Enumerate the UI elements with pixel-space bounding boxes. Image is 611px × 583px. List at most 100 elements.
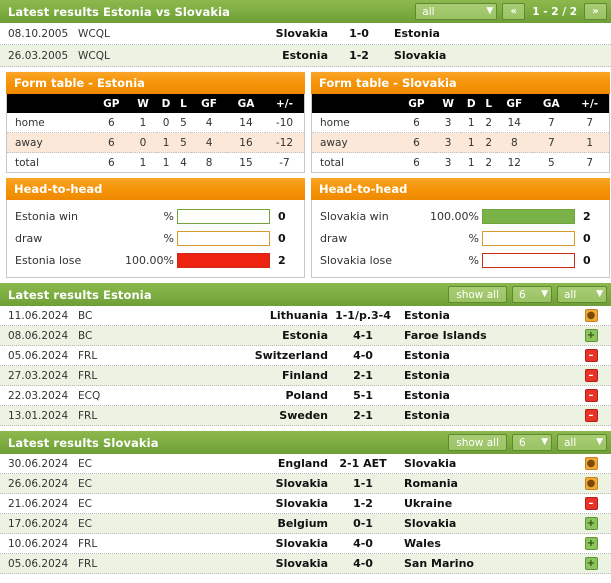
match-away-team: Slovakia — [404, 517, 457, 530]
head-to-head-row: Head-to-head Estonia win % 0 draw % 0 Es… — [0, 173, 611, 278]
h2h-estonia-header: Head-to-head — [6, 178, 305, 200]
table-row[interactable]: 26.03.2005 WCQL Estonia 1-2 Slovakia — [0, 45, 611, 67]
match-home-team: Sweden — [279, 409, 328, 422]
pager-next-button[interactable]: » — [584, 3, 607, 20]
show-all-button-slovakia[interactable]: show all — [448, 434, 507, 451]
col-head-label — [312, 94, 398, 113]
match-home-team: Slovakia — [275, 27, 328, 40]
h2h-bar-track — [177, 252, 270, 268]
match-score: 5-1 — [353, 389, 373, 402]
count-select-slovakia[interactable]: 6 ▼ — [512, 434, 552, 451]
filter-select-slovakia[interactable]: all ▼ — [557, 434, 607, 451]
cell-l: 2 — [481, 132, 497, 153]
match-date: 26.06.2024 — [8, 477, 69, 490]
h2h-label: draw — [320, 231, 348, 245]
pager-prev-button[interactable]: « — [502, 3, 526, 20]
cell-gf: 14 — [496, 113, 533, 133]
table-row[interactable]: 05.06.2024 FRL Slovakia 4-0 San Marino + — [0, 554, 611, 574]
match-date: 08.06.2024 — [8, 329, 69, 342]
form-table-slovakia-header: Form table - Slovakia — [311, 72, 610, 94]
vs-filter-select[interactable]: all ▼ — [415, 3, 498, 20]
cell-diff: 7 — [586, 156, 593, 169]
match-home-team: Estonia — [282, 49, 328, 62]
chevron-down-icon: ▼ — [596, 289, 603, 299]
match-score: 2-1 — [353, 409, 373, 422]
table-header-row: GP W D L GF GA +/- — [312, 94, 609, 113]
cell-gp: 6 — [107, 156, 115, 169]
match-score: 4-0 — [353, 537, 373, 550]
table-row[interactable]: 08.10.2005 WCQL Slovakia 1-0 Estonia — [0, 23, 611, 45]
cell-diff: 7 — [570, 113, 609, 133]
result-draw-icon: ● — [584, 457, 598, 470]
row-label: total — [320, 156, 345, 169]
table-row[interactable]: 08.06.2024 BC Estonia 4-1 Faroe Islands … — [0, 326, 611, 346]
match-date: 13.01.2024 — [8, 409, 69, 422]
col-head-d: D — [461, 94, 482, 113]
match-score: 4-0 — [353, 349, 373, 362]
h2h-row: Slovakia win 100.00% 2 — [312, 205, 609, 227]
result-badge-cell: – — [571, 497, 611, 510]
h2h-label: Estonia win — [15, 209, 79, 223]
table-row[interactable]: 30.06.2024 EC England 2-1 AET Slovakia ● — [0, 454, 611, 474]
h2h-bar-fill — [483, 209, 574, 223]
table-row[interactable]: 27.03.2024 FRL Finland 2-1 Estonia – — [0, 366, 611, 386]
match-competition: BC — [78, 329, 93, 342]
h2h-count: 2 — [583, 209, 591, 223]
table-header-row: GP W D L GF GA +/- — [7, 94, 304, 113]
match-competition: WCQL — [78, 27, 110, 40]
head-to-head-slovakia: Head-to-head Slovakia win 100.00% 2 draw… — [311, 178, 610, 278]
cell-gp: 6 — [92, 113, 130, 133]
show-all-button-estonia[interactable]: show all — [448, 286, 507, 303]
match-away-team: Wales — [404, 537, 441, 550]
filter-select-estonia-value: all — [564, 288, 577, 301]
table-row[interactable]: 10.06.2024 FRL Slovakia 4-0 Wales + — [0, 534, 611, 554]
latest-results-estonia-list: 11.06.2024 BC Lithuania 1-1/p.3-4 Estoni… — [0, 306, 611, 426]
match-competition: FRL — [78, 369, 98, 382]
table-row[interactable]: 26.06.2024 EC Slovakia 1-1 Romania ● — [0, 474, 611, 494]
page-root: Latest results Estonia vs Slovakia all ▼… — [0, 0, 611, 583]
vs-panel-title: Latest results Estonia vs Slovakia — [8, 4, 230, 19]
vs-panel-header: Latest results Estonia vs Slovakia all ▼… — [0, 0, 611, 23]
match-date: 30.06.2024 — [8, 457, 69, 470]
table-row[interactable]: 05.06.2024 FRL Switzerland 4-0 Estonia – — [0, 346, 611, 366]
match-away-team: Slovakia — [404, 457, 457, 470]
match-score: 2-1 — [353, 369, 373, 382]
h2h-estonia-body: Estonia win % 0 draw % 0 Estonia lose 10… — [6, 200, 305, 278]
cell-l: 5 — [175, 132, 192, 153]
h2h-row: Slovakia lose % 0 — [312, 249, 609, 271]
table-row[interactable]: 17.06.2024 EC Belgium 0-1 Slovakia + — [0, 514, 611, 534]
result-badge-cell: + — [571, 517, 611, 530]
count-select-estonia[interactable]: 6 ▼ — [512, 286, 552, 303]
match-competition: WCQL — [78, 49, 110, 62]
h2h-row: Estonia win % 0 — [7, 205, 304, 227]
match-home-team: Lithuania — [269, 309, 328, 322]
col-head-gp: GP — [92, 94, 130, 113]
table-row[interactable]: 11.06.2024 BC Lithuania 1-1/p.3-4 Estoni… — [0, 306, 611, 326]
chevron-down-icon: ▼ — [541, 289, 548, 299]
latest-results-estonia-title: Latest results Estonia — [8, 287, 152, 302]
h2h-bar-track — [482, 208, 575, 224]
row-label: home — [7, 113, 93, 133]
cell-gp: 6 — [413, 156, 420, 169]
table-row[interactable]: 13.01.2024 FRL Sweden 2-1 Estonia – — [0, 406, 611, 426]
table-row[interactable]: 22.03.2024 ECQ Poland 5-1 Estonia – — [0, 386, 611, 406]
cell-ga: 15 — [239, 156, 253, 169]
result-win-icon: + — [584, 329, 598, 342]
result-badge-cell: ● — [571, 309, 611, 322]
match-away-team: Romania — [404, 477, 458, 490]
form-table: GP W D L GF GA +/- home 6 1 0 5 4 14 -10… — [7, 94, 304, 172]
filter-select-estonia[interactable]: all ▼ — [557, 286, 607, 303]
table-row[interactable]: 21.06.2024 EC Slovakia 1-2 Ukraine – — [0, 494, 611, 514]
cell-l: 2 — [485, 156, 493, 169]
match-competition: FRL — [78, 409, 98, 422]
col-head-ga: GA — [532, 94, 571, 113]
col-head-l: L — [175, 94, 192, 113]
match-date: 11.06.2024 — [8, 309, 69, 322]
match-score: 4-0 — [353, 557, 373, 570]
cell-gp: 6 — [397, 132, 435, 153]
cell-l: 2 — [481, 113, 497, 133]
match-date: 27.03.2024 — [8, 369, 69, 382]
h2h-count: 0 — [278, 231, 286, 245]
col-head-ga: GA — [226, 94, 265, 113]
match-score: 1-1/p.3-4 — [335, 309, 391, 322]
